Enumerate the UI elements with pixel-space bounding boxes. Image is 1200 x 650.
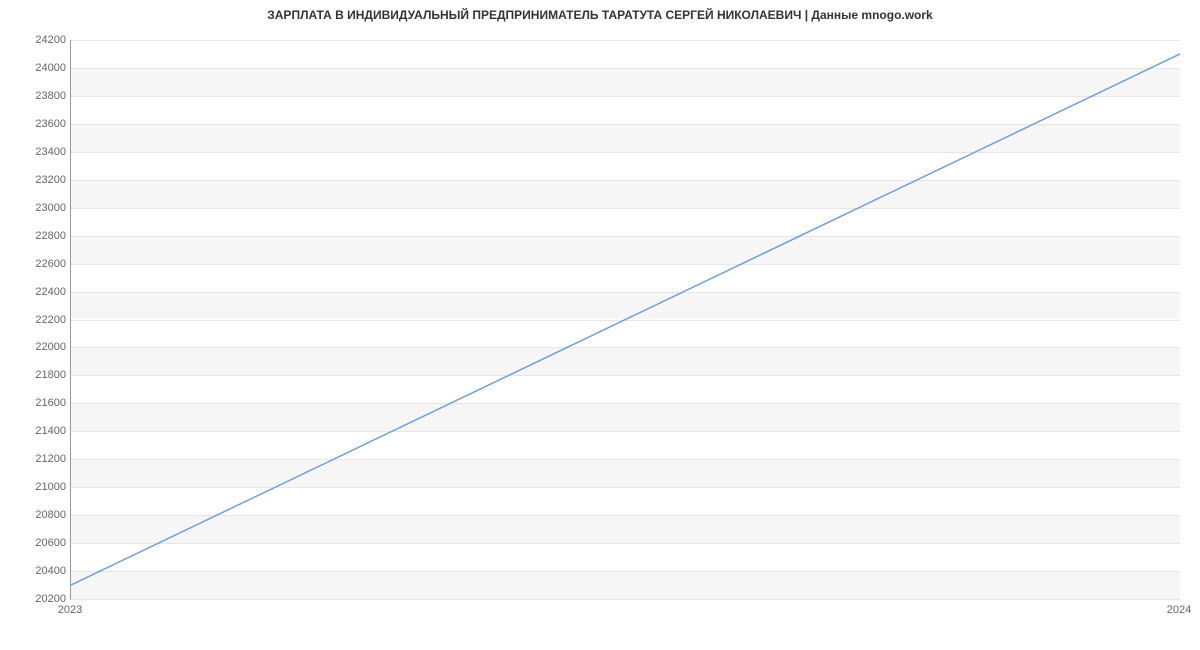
y-tick-label: 23800 [6,90,66,102]
y-tick-label: 21200 [6,453,66,465]
y-tick-label: 20800 [6,509,66,521]
y-tick-label: 22800 [6,230,66,242]
line-series [71,40,1180,599]
y-tick-label: 23200 [6,174,66,186]
y-tick-label: 22000 [6,341,66,353]
plot-area [70,40,1180,600]
y-tick-label: 24000 [6,62,66,74]
chart-title: ЗАРПЛАТА В ИНДИВИДУАЛЬНЫЙ ПРЕДПРИНИМАТЕЛ… [0,8,1200,22]
y-tick-label: 22200 [6,314,66,326]
y-tick-label: 22400 [6,286,66,298]
y-tick-label: 21600 [6,397,66,409]
y-tick-label: 22600 [6,258,66,270]
x-tick-label: 2023 [58,604,82,616]
y-tick-label: 23000 [6,202,66,214]
y-tick-label: 20400 [6,565,66,577]
y-tick-label: 21000 [6,481,66,493]
y-tick-label: 24200 [6,34,66,46]
y-tick-label: 23400 [6,146,66,158]
chart-container: ЗАРПЛАТА В ИНДИВИДУАЛЬНЫЙ ПРЕДПРИНИМАТЕЛ… [0,0,1200,650]
y-tick-label: 21400 [6,425,66,437]
y-tick-label: 23600 [6,118,66,130]
y-tick-label: 20600 [6,537,66,549]
series-line [71,54,1180,585]
y-tick-label: 21800 [6,369,66,381]
gridline [71,599,1180,600]
x-tick-label: 2024 [1167,604,1191,616]
